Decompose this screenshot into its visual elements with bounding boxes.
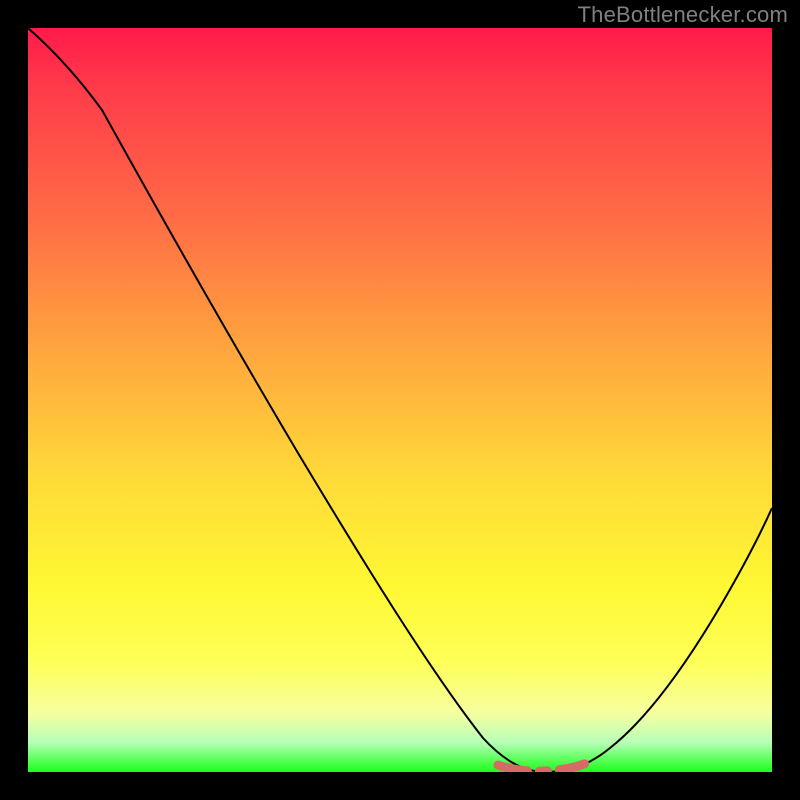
chart-svg — [28, 28, 772, 772]
bottleneck-curve-line — [28, 28, 772, 772]
attribution-text: TheBottlenecker.com — [578, 2, 788, 28]
chart-plot-area — [28, 28, 772, 772]
